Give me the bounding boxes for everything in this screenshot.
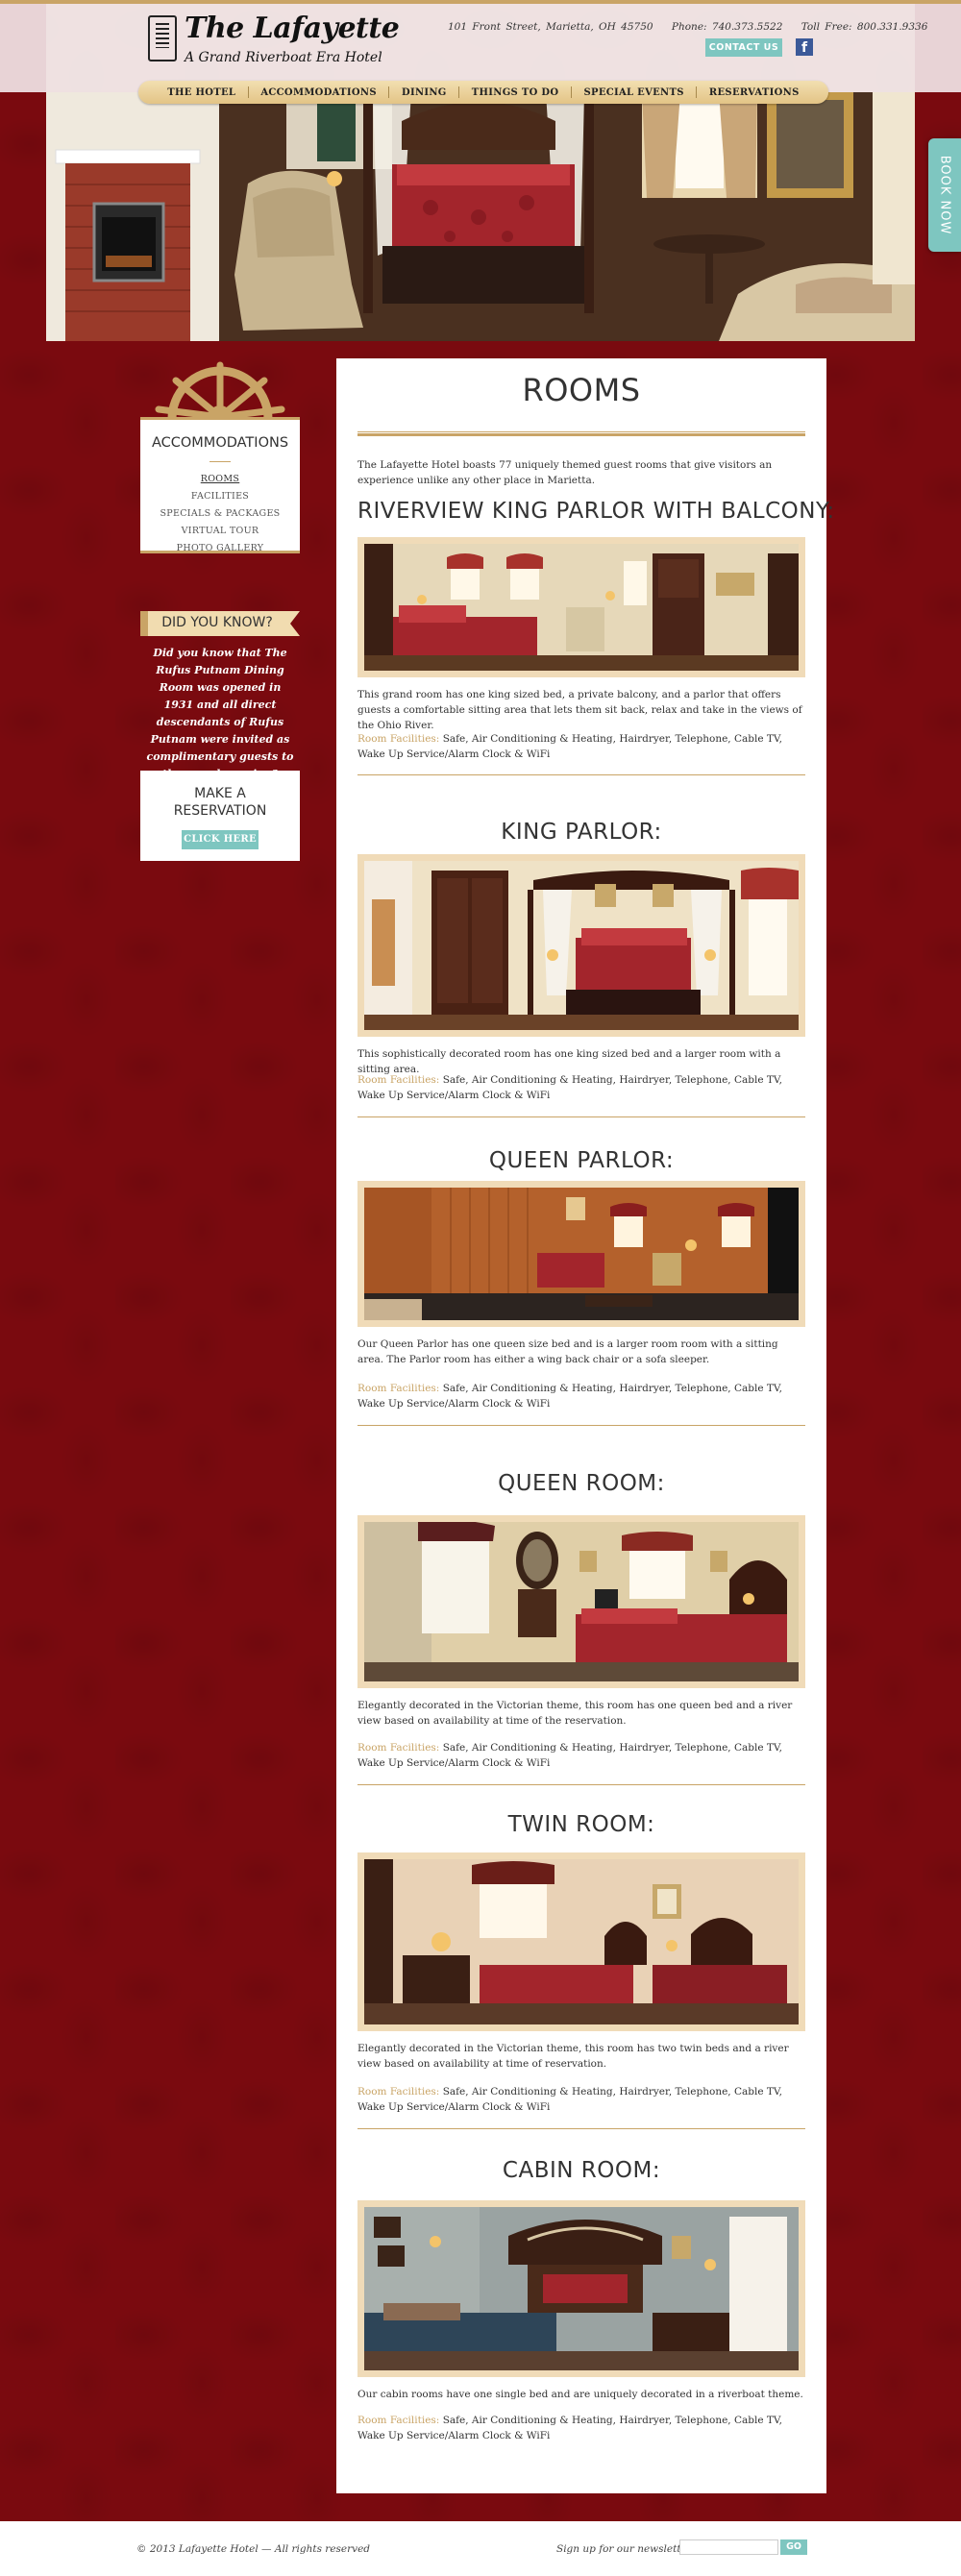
facilities-label: Room Facilities: <box>357 1742 440 1754</box>
room-facilities: Room Facilities: Safe, Air Conditioning … <box>357 2084 805 2115</box>
facilities-label: Room Facilities: <box>357 2415 440 2426</box>
logo-name: The Lafayette <box>185 12 400 45</box>
nav-accommodations[interactable]: ACCOMMODATIONS <box>260 87 377 98</box>
hotel-logo[interactable]: The Lafayette A Grand Riverboat Era Hote… <box>144 12 400 69</box>
room-photo <box>357 1181 805 1327</box>
room-section: RIVERVIEW KING PARLOR WITH BALCONY: This… <box>357 499 835 806</box>
nav-special-events[interactable]: SPECIAL EVENTS <box>583 87 683 98</box>
nav-divider <box>458 86 460 98</box>
room-title: KING PARLOR: <box>501 820 662 845</box>
header-band-left <box>0 4 46 92</box>
room-title: QUEEN PARLOR: <box>488 1148 675 1173</box>
header-band-right <box>915 4 961 92</box>
phone-text: Phone: 740.373.5522 <box>671 21 783 33</box>
room-title: TWIN ROOM: <box>507 1812 655 1837</box>
nav-divider <box>388 86 390 98</box>
book-now-label: BOOK NOW <box>937 155 952 235</box>
room-facilities: Room Facilities: Safe, Air Conditioning … <box>357 1740 805 1771</box>
nav-dining[interactable]: DINING <box>402 87 447 98</box>
contact-us-button[interactable]: CONTACT US <box>705 38 782 57</box>
reservation-title-line2: RESERVATION <box>173 803 267 819</box>
room-title: QUEEN ROOM: <box>498 1471 665 1496</box>
room-title: CABIN ROOM: <box>502 2158 661 2183</box>
room-description: Elegantly decorated in the Victorian the… <box>357 2043 789 2070</box>
reservation-title: MAKE A RESERVATION <box>140 785 300 820</box>
room-section: CABIN ROOM: Our cabin rooms have one sin… <box>357 2152 805 2479</box>
title-divider <box>357 431 805 436</box>
room-photo <box>357 1515 805 1688</box>
tollfree-text: Toll Free: 800.331.9336 <box>801 21 928 33</box>
click-here-button[interactable]: CLICK HERE <box>182 830 259 849</box>
nav-the-hotel[interactable]: THE HOTEL <box>167 87 235 98</box>
reservation-title-line1: MAKE A <box>194 786 246 801</box>
sidebar-link-virtual-tour[interactable]: VIRTUAL TOUR <box>140 526 300 536</box>
divider <box>209 461 231 462</box>
address-text: 101 Front Street, Marietta, OH 45750 <box>448 21 653 33</box>
facilities-label: Room Facilities: <box>357 2086 440 2098</box>
room-title: RIVERVIEW KING PARLOR WITH BALCONY: <box>357 499 835 524</box>
page-title: ROOMS <box>522 372 641 408</box>
facilities-label: Room Facilities: <box>357 1074 440 1086</box>
newsletter-go-button[interactable]: GO <box>780 2539 807 2555</box>
room-facilities: Room Facilities: Safe, Air Conditioning … <box>357 1072 805 1103</box>
room-description: Our Queen Parlor has one queen size bed … <box>357 1338 778 1365</box>
room-photo <box>357 2200 805 2377</box>
room-photo <box>357 537 805 677</box>
riverboat-logo-icon <box>148 15 177 61</box>
room-divider <box>357 1116 805 1117</box>
did-you-know-ribbon: DID YOU KNOW? <box>140 611 300 636</box>
room-description: Elegantly decorated in the Victorian the… <box>357 1700 793 1727</box>
facebook-icon[interactable]: f <box>796 38 813 56</box>
main-content: ROOMS The Lafayette Hotel boasts 77 uniq… <box>336 358 835 2493</box>
room-photo <box>357 854 805 1037</box>
header-bar: The Lafayette A Grand Riverboat Era Hote… <box>46 4 927 92</box>
accommodations-menu: ACCOMMODATIONS ROOMS FACILITIES SPECIALS… <box>140 417 300 553</box>
accommodations-title: ACCOMMODATIONS <box>151 435 289 451</box>
room-description: Our cabin rooms have one single bed and … <box>357 2389 803 2400</box>
newsletter-label: Sign up for our newsletter: <box>556 2543 696 2555</box>
room-section: QUEEN PARLOR: Our Queen Parlor has one q… <box>357 1142 805 1469</box>
did-you-know-text: Did you know that The Rufus Putnam Dinin… <box>146 647 294 780</box>
room-section: QUEEN ROOM: Elegantly decorated in the V… <box>357 1469 805 1834</box>
sidebar-link-rooms[interactable]: ROOMS <box>140 474 300 484</box>
sidebar-link-specials[interactable]: SPECIALS & PACKAGES <box>140 508 300 519</box>
room-section: KING PARLOR: This sophistically decorate… <box>357 806 805 1142</box>
nav-reservations[interactable]: RESERVATIONS <box>709 87 800 98</box>
facilities-label: Room Facilities: <box>357 1383 440 1394</box>
sidebar-link-facilities[interactable]: FACILITIES <box>140 491 300 502</box>
did-you-know-title: DID YOU KNOW? <box>161 615 273 630</box>
room-facilities: Room Facilities: Safe, Air Conditioning … <box>357 1381 805 1411</box>
room-facilities: Room Facilities: Safe, Air Conditioning … <box>357 731 805 762</box>
room-facilities: Room Facilities: Safe, Air Conditioning … <box>357 2413 805 2443</box>
room-divider <box>357 1425 805 1426</box>
intro-text: The Lafayette Hotel boasts 77 uniquely t… <box>357 459 773 486</box>
hero-room-photo <box>46 92 915 341</box>
room-section: TWIN ROOM: Elegantly decorated in the Vi… <box>357 1806 805 2152</box>
contact-info: 101 Front Street, Marietta, OH 45750 Pho… <box>448 21 941 33</box>
nav-things-to-do[interactable]: THINGS TO DO <box>472 87 559 98</box>
facilities-label: Room Facilities: <box>357 733 440 745</box>
room-divider <box>357 774 805 775</box>
copyright-text: © 2013 Lafayette Hotel — All rights rese… <box>136 2543 371 2555</box>
logo-tagline: A Grand Riverboat Era Hotel <box>185 50 382 65</box>
footer: © 2013 Lafayette Hotel — All rights rese… <box>0 2521 961 2576</box>
book-now-tab[interactable]: BOOK NOW <box>928 138 961 252</box>
nav-divider <box>570 86 572 98</box>
main-nav: THE HOTEL ACCOMMODATIONS DINING THINGS T… <box>138 81 828 104</box>
ship-wheel-icon <box>155 361 285 419</box>
newsletter-email-input[interactable] <box>679 2539 778 2555</box>
reservation-box: MAKE A RESERVATION CLICK HERE <box>140 771 300 861</box>
room-description: This grand room has one king sized bed, … <box>357 689 802 731</box>
nav-divider <box>247 86 249 98</box>
room-divider <box>357 2128 805 2129</box>
room-photo <box>357 1852 805 2031</box>
sidebar-link-photo-gallery[interactable]: PHOTO GALLERY <box>140 543 300 553</box>
nav-divider <box>696 86 698 98</box>
room-divider <box>357 1784 805 1785</box>
